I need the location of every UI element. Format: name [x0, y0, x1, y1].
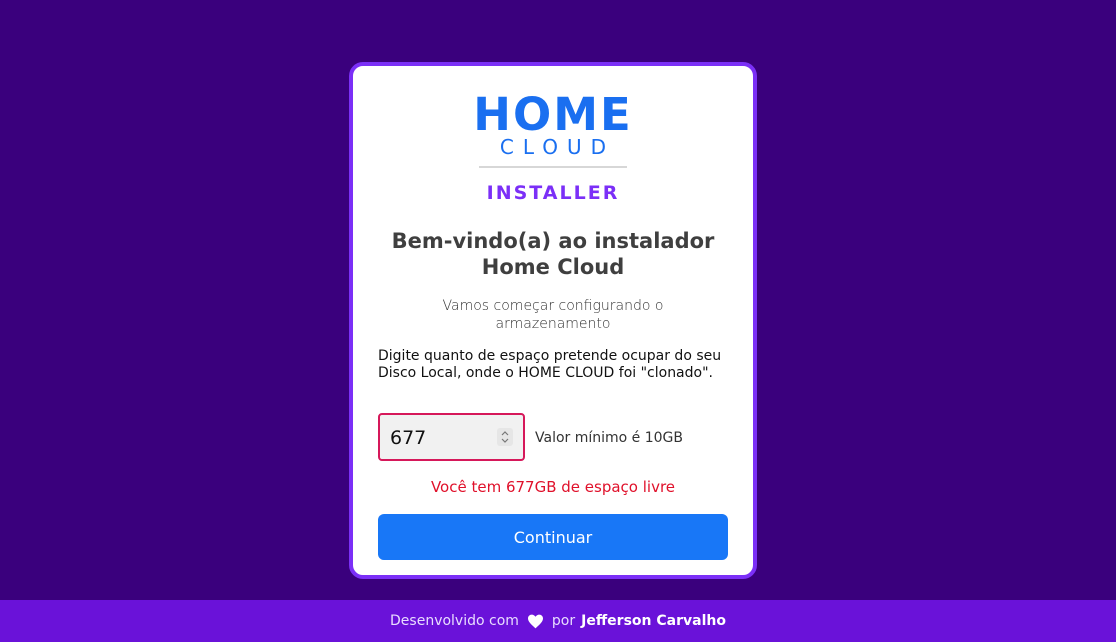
free-space-message: Você tem 677GB de espaço livre [430, 478, 676, 496]
instruction-text: Digite quanto de espaço pretende ocupar … [378, 348, 722, 381]
title-line-1: Bem-vindo(a) ao instalador [391, 229, 715, 253]
subtitle: Vamos começar configurando o armazenamen… [442, 298, 664, 332]
continue-button[interactable]: Continuar [378, 514, 728, 560]
logo-home-text: HOME [473, 88, 633, 141]
heart-icon [527, 614, 544, 629]
minimum-value-note: Valor mínimo é 10GB [535, 430, 684, 446]
footer: Desenvolvido com por Jefferson Carvalho [0, 600, 1116, 642]
installer-card: HOME CLOUD INSTALLER Bem-vindo(a) ao ins… [349, 62, 757, 579]
number-spinner[interactable] [497, 428, 513, 446]
chevron-down-icon [501, 438, 509, 443]
chevron-up-icon [501, 431, 509, 436]
footer-by: por [551, 613, 576, 629]
logo-divider [479, 166, 627, 168]
storage-size-input[interactable]: 677 [378, 413, 525, 461]
footer-prefix: Desenvolvido com [390, 613, 519, 629]
logo-cloud-text: CLOUD [499, 135, 616, 159]
home-cloud-logo: HOME CLOUD INSTALLER [353, 92, 753, 204]
logo-installer-text: INSTALLER [486, 182, 620, 204]
footer-author: Jefferson Carvalho [581, 613, 726, 629]
storage-size-value: 677 [390, 427, 427, 449]
title-line-2: Home Cloud [481, 255, 625, 279]
page-title: Bem-vindo(a) ao instalador Home Cloud [373, 228, 733, 280]
